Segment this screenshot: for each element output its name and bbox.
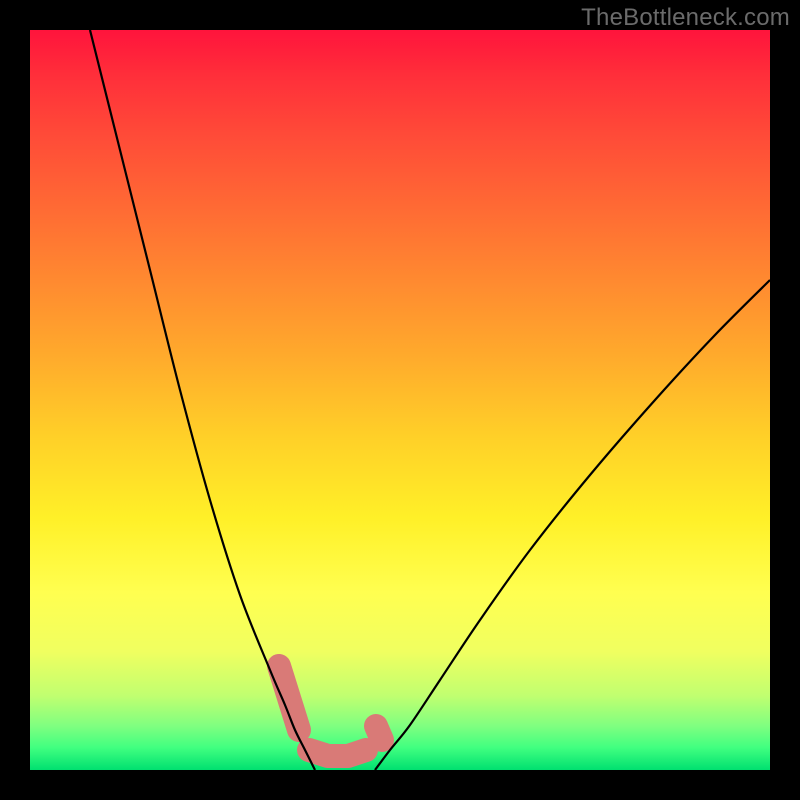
curve-right bbox=[375, 280, 770, 770]
marker-cluster bbox=[279, 666, 382, 756]
chart-frame: TheBottleneck.com bbox=[0, 0, 800, 800]
watermark-text: TheBottleneck.com bbox=[581, 4, 790, 32]
marker-blob-right bbox=[376, 726, 382, 740]
plot-area bbox=[30, 30, 770, 770]
marker-blob-bottom bbox=[309, 750, 366, 756]
curves-svg bbox=[30, 30, 770, 770]
